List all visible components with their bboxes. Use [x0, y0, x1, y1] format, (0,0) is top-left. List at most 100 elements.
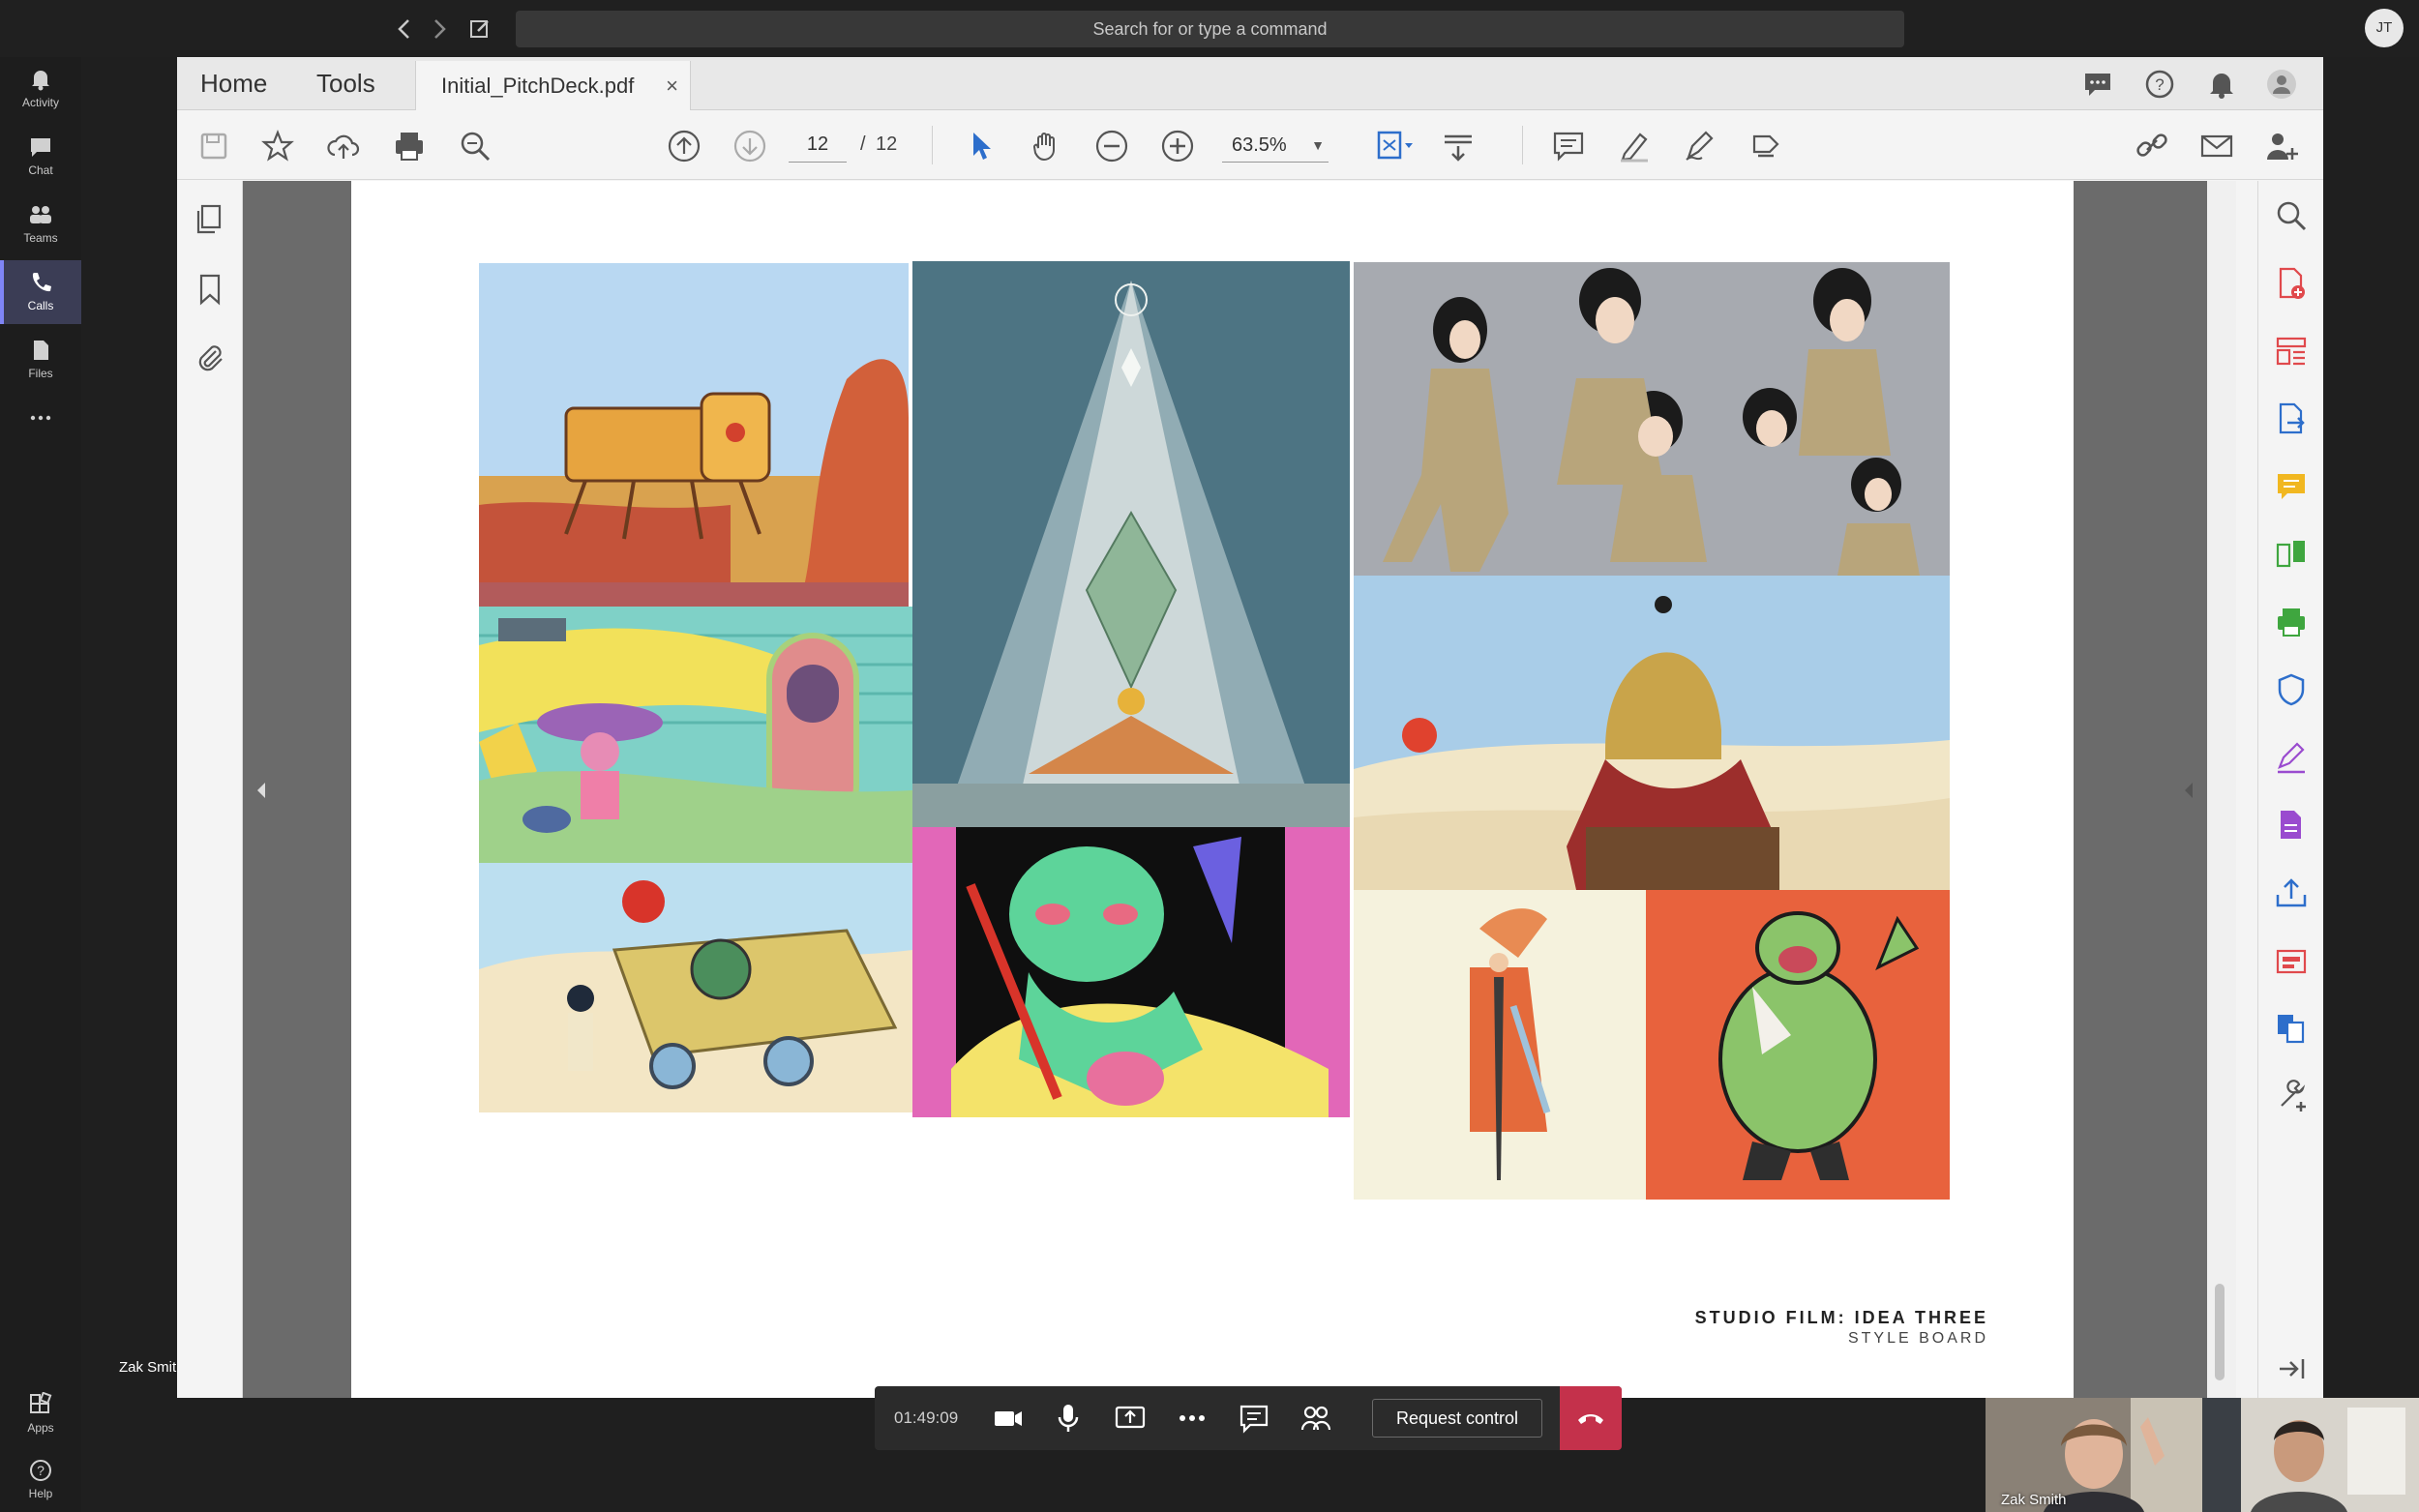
expand-panel-icon[interactable] [2274, 1351, 2309, 1386]
save-icon[interactable] [196, 129, 231, 163]
toolbar-divider [932, 126, 933, 164]
print-icon[interactable] [392, 129, 427, 163]
meeting-chat-icon[interactable] [1237, 1401, 1271, 1436]
hand-tool-icon[interactable] [1029, 129, 1063, 163]
fill-sign-icon[interactable] [2274, 740, 2309, 775]
compare-files-icon[interactable] [2274, 1011, 2309, 1046]
camera-icon[interactable] [991, 1401, 1026, 1436]
forward-arrow-icon[interactable] [430, 17, 449, 41]
help-icon[interactable]: ? [2143, 68, 2176, 101]
pdf-page: STUDIO FILM: IDEA THREE STYLE BOARD [351, 181, 2074, 1398]
draw-icon[interactable] [1683, 129, 1717, 163]
user-avatar[interactable]: JT [2365, 9, 2404, 47]
acrobat-tab-bar: Home Tools Initial_PitchDeck.pdf × ? [177, 57, 2323, 111]
print-production-icon[interactable] [2274, 605, 2309, 639]
collapse-left-panel-icon[interactable] [254, 781, 268, 800]
comments-icon[interactable] [2081, 68, 2114, 101]
share-upload-icon[interactable] [2274, 875, 2309, 910]
rail-item-calls[interactable]: Calls [0, 260, 81, 324]
highlight-icon[interactable] [1617, 129, 1652, 163]
participant-video[interactable]: Zak Smith [1986, 1398, 2202, 1512]
rail-item-files[interactable]: Files [0, 328, 81, 392]
export-pdf-icon[interactable] [2274, 401, 2309, 436]
page-thumbnails-icon[interactable] [193, 202, 227, 237]
page-fit-icon[interactable] [1375, 129, 1413, 163]
teams-title-bar: Search for or type a command JT [0, 0, 2419, 57]
zoom-search-icon[interactable] [458, 129, 493, 163]
share-link-icon[interactable] [2134, 129, 2168, 163]
zoom-in-icon[interactable] [1160, 129, 1195, 163]
scrollbar-thumb[interactable] [2215, 1284, 2225, 1380]
rail-item-activity[interactable]: Activity [0, 57, 81, 121]
back-arrow-icon[interactable] [395, 17, 414, 41]
participants-icon[interactable] [1299, 1401, 1333, 1436]
zoom-dropdown[interactable]: 63.5% ▼ [1222, 128, 1329, 163]
microphone-icon[interactable] [1051, 1401, 1086, 1436]
attachment-icon[interactable] [193, 340, 227, 374]
meeting-controls: 01:49:09 Request control [875, 1386, 1622, 1450]
slide-caption: STUDIO FILM: IDEA THREE STYLE BOARD [1695, 1308, 1988, 1348]
vertical-scrollbar[interactable] [2207, 181, 2236, 1398]
chat-icon [28, 134, 53, 160]
request-control-button[interactable]: Request control [1372, 1399, 1542, 1438]
artwork-alien-figure [912, 827, 1350, 1117]
document-tab-title: Initial_PitchDeck.pdf [441, 74, 635, 98]
call-timer: 01:49:09 [894, 1408, 959, 1427]
hang-up-phone-icon [1575, 1403, 1606, 1434]
tools-panel [2257, 181, 2323, 1398]
participant-video[interactable] [2202, 1398, 2419, 1512]
rail-item-more[interactable] [0, 396, 81, 460]
select-cursor-icon[interactable] [963, 129, 998, 163]
tab-document[interactable]: Initial_PitchDeck.pdf × [415, 61, 691, 111]
artwork-cart-kid [479, 863, 912, 1112]
more-icon [28, 405, 53, 430]
search-input[interactable]: Search for or type a command [516, 11, 1904, 47]
previous-page-icon[interactable] [667, 129, 702, 163]
artwork-desert-rover [479, 263, 909, 607]
add-user-icon[interactable] [2263, 129, 2298, 163]
stamp-icon[interactable] [1748, 129, 1783, 163]
tab-home[interactable]: Home [200, 57, 267, 110]
collapse-right-panel-icon[interactable] [2182, 781, 2195, 800]
apps-icon [28, 1392, 53, 1417]
rail-label: Calls [27, 299, 54, 312]
hang-up-button[interactable] [1560, 1386, 1622, 1450]
redact-icon[interactable] [2274, 943, 2309, 978]
file-icon [28, 338, 53, 363]
more-tools-icon[interactable] [2274, 1079, 2309, 1113]
comment-tool-icon[interactable] [2274, 469, 2309, 504]
email-icon[interactable] [2199, 129, 2234, 163]
toolbar-divider [1522, 126, 1523, 164]
rail-label: Activity [21, 96, 59, 109]
combine-files-icon[interactable] [2274, 537, 2309, 572]
more-options-icon[interactable] [1175, 1401, 1210, 1436]
rail-item-chat[interactable]: Chat [0, 125, 81, 189]
zoom-out-icon[interactable] [1094, 129, 1129, 163]
rail-label: Files [28, 367, 53, 380]
page-number-input[interactable] [789, 128, 847, 163]
create-pdf-icon[interactable] [2274, 266, 2309, 301]
rail-item-teams[interactable]: Teams [0, 193, 81, 256]
protect-shield-icon[interactable] [2274, 672, 2309, 707]
rail-item-help[interactable]: ? Help [0, 1448, 81, 1512]
close-tab-icon[interactable]: × [666, 61, 678, 111]
organize-pages-icon[interactable] [2274, 334, 2309, 369]
artwork-trailer-scene [479, 607, 912, 863]
add-comment-icon[interactable] [1551, 129, 1586, 163]
compose-icon[interactable] [468, 17, 492, 41]
star-icon[interactable] [260, 129, 295, 163]
document-viewport[interactable]: STUDIO FILM: IDEA THREE STYLE BOARD [243, 181, 2236, 1398]
scroll-mode-icon[interactable] [1441, 129, 1476, 163]
share-screen-icon[interactable] [1113, 1401, 1148, 1436]
bookmark-icon[interactable] [193, 272, 227, 307]
cloud-upload-icon[interactable] [326, 129, 361, 163]
participant-name: Zak Smith [2001, 1492, 2067, 1508]
user-avatar-icon[interactable] [2265, 68, 2298, 101]
rail-item-apps[interactable]: Apps [0, 1382, 81, 1446]
next-page-icon[interactable] [732, 129, 767, 163]
tab-tools[interactable]: Tools [316, 57, 375, 110]
notification-bell-icon[interactable] [2205, 68, 2238, 101]
artwork-desert-warrior [1354, 576, 1950, 890]
search-icon[interactable] [2274, 198, 2309, 233]
edit-pdf-icon[interactable] [2274, 808, 2309, 843]
